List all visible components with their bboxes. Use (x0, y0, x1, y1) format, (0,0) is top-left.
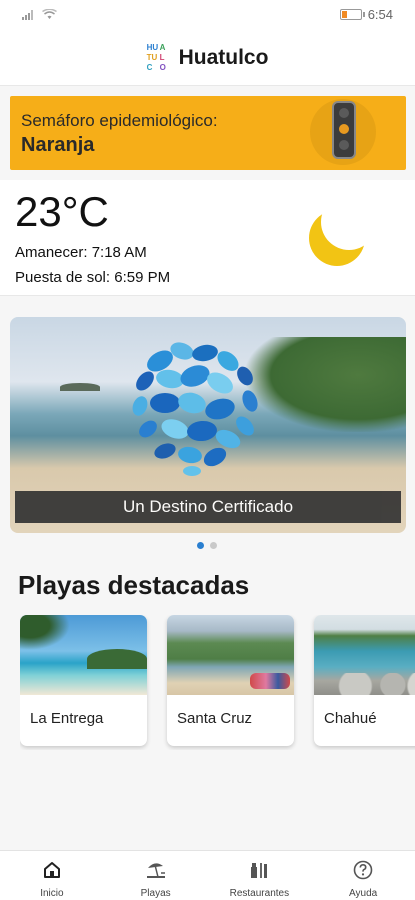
carousel-dot[interactable] (210, 542, 217, 549)
app-title: Huatulco (178, 45, 269, 69)
status-left (22, 9, 57, 20)
carousel-caption: Un Destino Certificado (15, 491, 401, 523)
help-icon (352, 859, 374, 881)
crescent-moon-icon (309, 210, 365, 266)
battery-icon (339, 9, 365, 20)
beach-name: Santa Cruz (177, 710, 253, 727)
semaforo-banner[interactable]: Semáforo epidemiológico: Naranja (10, 96, 406, 170)
sunset-time: Puesta de sol: 6:59 PM (15, 269, 171, 286)
beach-photo (314, 615, 415, 695)
section-title: Playas destacadas (18, 570, 250, 600)
beach-name: La Entrega (30, 710, 104, 727)
beach-card-santa-cruz[interactable]: Santa Cruz (167, 615, 294, 746)
nav-item-inicio[interactable]: Inicio (0, 851, 104, 900)
beach-name: Chahué (324, 710, 377, 727)
bottom-navigation: Inicio Playas Restaurantes Ayuda (0, 850, 415, 900)
beach-photo (167, 615, 294, 695)
beach-card-chahue[interactable]: Chahué (314, 615, 415, 746)
home-icon (41, 859, 63, 881)
nav-item-ayuda[interactable]: Ayuda (311, 851, 415, 900)
nav-label: Inicio (40, 888, 64, 899)
beach-card-la-entrega[interactable]: La Entrega (20, 615, 147, 746)
status-bar: 6:54 (0, 0, 415, 30)
nav-label: Ayuda (349, 888, 378, 899)
semaforo-label: Semáforo epidemiológico: (21, 111, 218, 130)
signal-icon (22, 10, 33, 20)
wifi-icon (42, 9, 57, 19)
certified-destination-logo (132, 342, 258, 476)
featured-beaches-list[interactable]: La Entrega Santa Cruz Chahué (20, 615, 415, 750)
app-header: HU A TU L C O Huatulco (0, 30, 415, 86)
carousel-indicator[interactable] (197, 542, 217, 549)
status-right: 6:54 (339, 7, 393, 22)
carousel-slide[interactable]: Un Destino Certificado (10, 317, 406, 533)
huatulco-logo: HU A TU L C O (146, 42, 166, 72)
restaurant-icon (248, 859, 270, 881)
status-time: 6:54 (367, 7, 393, 22)
nav-label: Restaurantes (229, 888, 290, 899)
traffic-light-icon (332, 101, 356, 159)
island-scenery (60, 383, 100, 391)
beach-icon (145, 859, 167, 881)
nav-label: Playas (140, 888, 171, 899)
nav-item-playas[interactable]: Playas (104, 851, 208, 900)
sunrise-time: Amanecer: 7:18 AM (15, 244, 147, 261)
carousel-dot-active[interactable] (197, 542, 204, 549)
beach-photo (20, 615, 147, 695)
temperature: 23°C (15, 188, 109, 235)
weather-panel: 23°C Amanecer: 7:18 AM Puesta de sol: 6:… (0, 180, 415, 296)
nav-item-restaurantes[interactable]: Restaurantes (208, 851, 312, 900)
semaforo-value: Naranja (21, 134, 95, 156)
